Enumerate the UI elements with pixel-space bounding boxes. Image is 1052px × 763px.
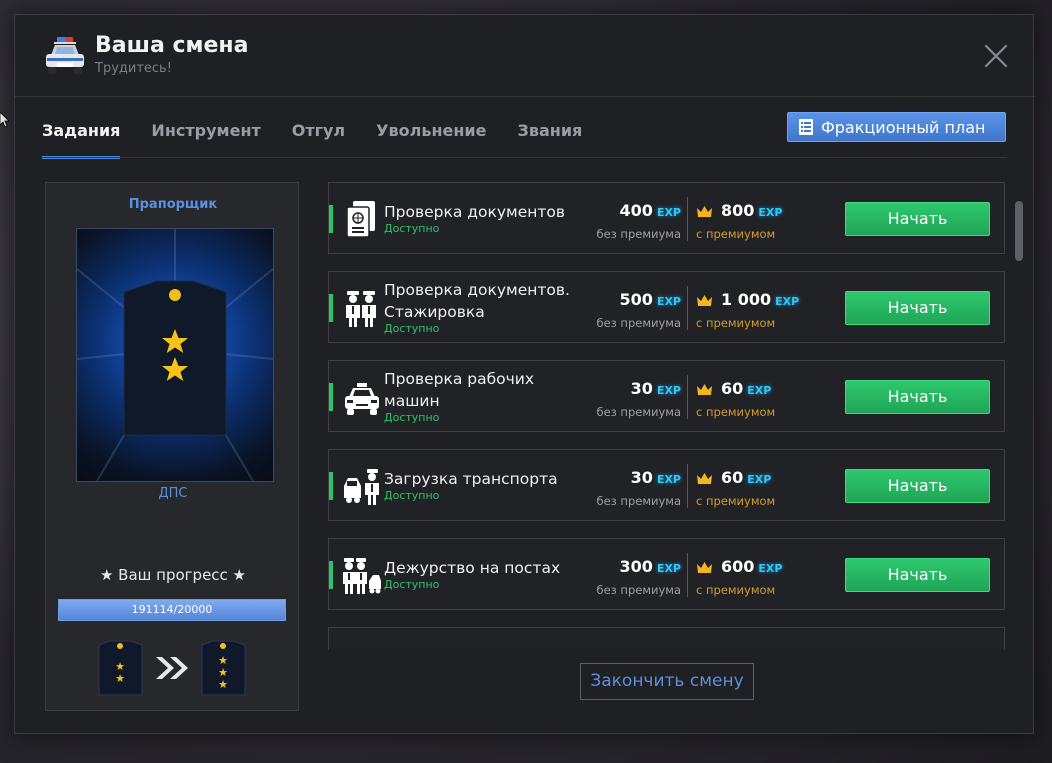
rank-name: Прапорщик <box>128 197 218 212</box>
window-subtitle: Трудитесь! <box>95 61 172 76</box>
faction-plan-button[interactable]: Фракционный план <box>787 112 1006 142</box>
task-row: Проверка рабочих машин Доступно 30 EXP бе… <box>328 360 1005 432</box>
tab-bar: Задания Инструмент Отгул Увольнение Зван… <box>42 119 613 159</box>
no-premium-label: без премиума <box>596 405 681 419</box>
start-button[interactable]: Начать <box>845 469 990 503</box>
start-button[interactable]: Начать <box>845 558 990 592</box>
police-car-icon <box>345 383 379 415</box>
tab-tool[interactable]: Инструмент <box>151 119 260 159</box>
rank-panel: Прапорщик ДПС ★ Ваш прогресс ★ 191114/20… <box>45 182 299 711</box>
svg-text:★: ★ <box>115 672 125 685</box>
exp-value: 300 EXP <box>619 557 681 576</box>
task-status: Доступно <box>384 578 440 591</box>
checklist-icon <box>799 119 813 135</box>
header: Ваша смена Трудитесь! <box>15 15 1035 97</box>
divider <box>687 464 688 508</box>
task-name: Дежурство на постах <box>384 559 561 577</box>
rank-unit: ДПС <box>158 486 188 501</box>
window-title: Ваша смена <box>95 33 249 58</box>
double-chevron-icon <box>156 657 188 679</box>
task-list[interactable]: Проверка документов Доступно 400 EXP без … <box>328 182 1006 650</box>
start-button[interactable]: Начать <box>845 291 990 325</box>
task-accent <box>329 472 333 500</box>
police-car-icon <box>46 37 84 74</box>
shoulder-board-icon <box>76 229 274 482</box>
task-name: Проверка документов <box>384 203 566 221</box>
task-name: Загрузка транспорта <box>384 470 558 488</box>
crown-icon <box>697 384 712 395</box>
no-premium-label: без премиума <box>596 494 681 508</box>
task-accent <box>329 561 333 589</box>
no-premium-label: без премиума <box>596 316 681 330</box>
task-status: Доступно <box>384 222 440 235</box>
exp-premium-value: 60 EXP <box>721 379 772 398</box>
crown-icon <box>697 562 712 573</box>
exp-value: 500 EXP <box>619 290 681 309</box>
crown-icon <box>697 206 712 217</box>
next-rank-preview: ★ ★ ★ ★ ★ <box>98 640 246 696</box>
close-icon[interactable] <box>981 41 1011 71</box>
task-accent <box>329 383 333 411</box>
task-row: Проверка документов Доступно 400 EXP без … <box>328 182 1005 254</box>
premium-label: с премиумом <box>696 316 776 330</box>
finish-shift-button[interactable]: Закончить смену <box>580 663 754 700</box>
exp-premium-value: 1 000 EXP <box>721 290 800 309</box>
current-rank-board-icon: ★ ★ <box>98 640 143 696</box>
task-row: Проверка документов. Стажировка Доступно… <box>328 271 1005 343</box>
task-name: Проверка документов. Стажировка <box>384 281 570 321</box>
crown-icon <box>697 473 712 484</box>
mouse-cursor-icon <box>0 112 10 128</box>
task-row-partial <box>328 627 1005 650</box>
task-accent <box>329 294 333 322</box>
tab-dismissal[interactable]: Увольнение <box>376 119 486 159</box>
exp-premium-value: 800 EXP <box>721 201 783 220</box>
exp-value: 400 EXP <box>619 201 681 220</box>
exp-value: 30 EXP <box>630 379 681 398</box>
svg-text:★: ★ <box>218 678 228 691</box>
progress-title: ★ Ваш прогресс ★ <box>99 566 247 584</box>
no-premium-label: без премиума <box>596 583 681 597</box>
task-status: Доступно <box>384 322 440 335</box>
progress-bar: 191114/20000 <box>58 599 286 621</box>
crown-icon <box>697 295 712 306</box>
tab-time-off[interactable]: Отгул <box>292 119 345 159</box>
task-name: Проверка рабочих машин <box>384 370 535 410</box>
exp-premium-value: 600 EXP <box>721 557 783 576</box>
task-status: Доступно <box>384 489 440 502</box>
tab-ranks[interactable]: Звания <box>517 119 582 159</box>
exp-premium-value: 60 EXP <box>721 468 772 487</box>
divider <box>687 197 688 241</box>
officers-icon <box>346 291 376 327</box>
premium-label: с премиумом <box>696 494 776 508</box>
premium-label: с премиумом <box>696 583 776 597</box>
rank-insignia-image <box>76 228 274 482</box>
tab-tasks[interactable]: Задания <box>42 119 121 159</box>
task-row: Дежурство на постах Доступно 300 EXP без … <box>328 538 1005 610</box>
divider <box>687 375 688 419</box>
passport-icon <box>346 201 375 238</box>
tab-divider <box>42 157 1007 158</box>
shift-window: Ваша смена Трудитесь! Задания Инструмент… <box>14 14 1035 734</box>
next-rank-board-icon: ★ ★ ★ <box>201 640 246 696</box>
faction-plan-label: Фракционный план <box>821 117 986 137</box>
task-row: Загрузка транспорта Доступно 30 EXP без п… <box>328 449 1005 521</box>
scrollbar-thumb[interactable] <box>1015 201 1023 261</box>
premium-label: с премиумом <box>696 405 776 419</box>
post-duty-icon <box>343 558 381 594</box>
task-accent <box>329 205 333 233</box>
exp-value: 30 EXP <box>630 468 681 487</box>
premium-label: с премиумом <box>696 227 776 241</box>
start-button[interactable]: Начать <box>845 380 990 414</box>
task-status: Доступно <box>384 411 440 424</box>
divider <box>687 553 688 597</box>
no-premium-label: без премиума <box>596 227 681 241</box>
progress-text: 191114/20000 <box>131 603 213 616</box>
divider <box>687 286 688 330</box>
tow-truck-icon <box>344 469 379 505</box>
start-button[interactable]: Начать <box>845 202 990 236</box>
